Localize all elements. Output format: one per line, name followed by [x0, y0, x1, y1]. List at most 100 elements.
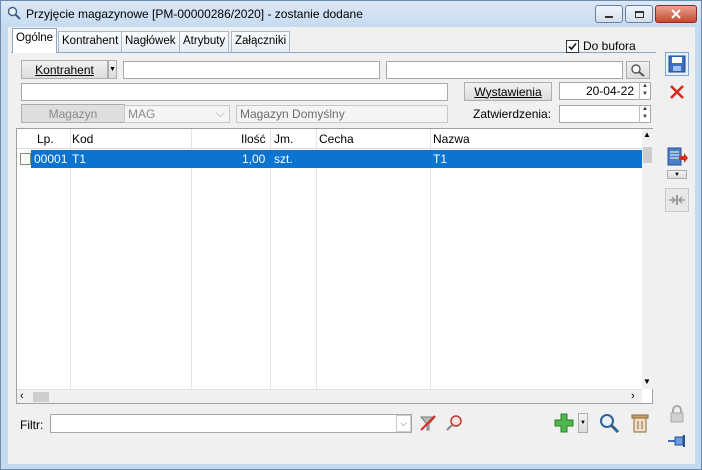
- client-area: Ogólne Kontrahent Nagłówek Atrybuty Załą…: [8, 27, 695, 464]
- address-input[interactable]: [21, 83, 448, 101]
- wystawienia-date-input[interactable]: 20-04-22: [559, 82, 651, 100]
- tab-atrybuty[interactable]: Atrybuty: [179, 31, 230, 52]
- lock-icon: [670, 405, 684, 423]
- table-row[interactable]: 00001 T1 1,00 szt. T1: [31, 150, 642, 168]
- add-item-button[interactable]: [552, 411, 576, 435]
- column-divider: [316, 129, 317, 389]
- lock-button[interactable]: [665, 402, 689, 426]
- document-arrow-icon: [667, 147, 688, 166]
- do-bufora-checkbox[interactable]: Do bufora: [566, 39, 636, 53]
- maximize-button[interactable]: [625, 5, 653, 23]
- link-document-button[interactable]: [665, 188, 689, 212]
- kontrahent-dropdown-button[interactable]: ▼: [108, 60, 117, 79]
- scroll-up-icon: ▲: [643, 130, 651, 139]
- magazyn-select[interactable]: MAG ⌵: [124, 105, 230, 123]
- column-header-ilosc[interactable]: Ilość: [241, 132, 266, 146]
- cancel-button[interactable]: [665, 80, 689, 104]
- chevron-down-icon: ▼: [109, 66, 116, 73]
- check-icon: [568, 42, 577, 50]
- pin-button[interactable]: [665, 429, 689, 453]
- magazyn-name-input: Magazyn Domyślny: [236, 105, 448, 123]
- scroll-thumb[interactable]: [33, 392, 49, 402]
- cell-ilosc: 1,00: [242, 152, 266, 166]
- horizontal-scrollbar[interactable]: ‹ ›: [17, 389, 642, 403]
- tab-naglowek[interactable]: Nagłówek: [121, 31, 180, 52]
- link-arrows-icon: [669, 195, 685, 205]
- tab-zalaczniki[interactable]: Załączniki: [231, 31, 291, 52]
- filter-builder-icon: [446, 415, 462, 431]
- spin-up-icon: ▲: [642, 106, 648, 112]
- kontrahent-code-input[interactable]: [123, 61, 380, 79]
- plus-icon: [554, 413, 574, 433]
- cell-jm: szt.: [274, 152, 293, 166]
- generate-document-dropdown[interactable]: ▼: [667, 170, 687, 179]
- tab-kontrahent[interactable]: Kontrahent: [58, 31, 123, 52]
- close-icon: [670, 85, 684, 99]
- close-button[interactable]: [655, 5, 697, 23]
- filter-label: Filtr:: [20, 418, 44, 432]
- scroll-down-icon: ▼: [643, 377, 651, 386]
- maximize-icon: [634, 10, 644, 18]
- preview-item-button[interactable]: [597, 411, 621, 435]
- magnifier-icon: [631, 64, 645, 77]
- column-header-lp[interactable]: Lp.: [37, 132, 54, 146]
- cell-kod: T1: [72, 152, 87, 166]
- do-bufora-label: Do bufora: [583, 39, 636, 53]
- filter-builder-button[interactable]: [442, 411, 466, 435]
- minimize-icon: [605, 16, 613, 18]
- save-icon: [668, 55, 686, 73]
- row-checkbox[interactable]: [20, 153, 31, 165]
- title-bar[interactable]: Przyjęcie magazynowe [PM-00000286/2020] …: [1, 1, 701, 27]
- save-button[interactable]: [665, 52, 689, 76]
- wystawienia-button[interactable]: Wystawienia: [464, 82, 552, 101]
- scroll-left-icon: ‹: [20, 390, 24, 402]
- zatwierdzenia-date-input[interactable]: [559, 105, 651, 123]
- column-header-jm[interactable]: Jm.: [274, 132, 293, 146]
- add-item-dropdown-button[interactable]: ▼: [578, 413, 588, 433]
- scroll-right-icon: ›: [631, 390, 635, 402]
- grid-header: Lp. Kod Ilość Jm. Cecha Nazwa: [17, 129, 642, 149]
- magnifier-icon: [600, 414, 620, 434]
- minimize-button[interactable]: [595, 5, 623, 23]
- column-divider: [191, 129, 192, 389]
- trash-icon: [631, 414, 649, 433]
- chevron-down-icon: ▼: [674, 171, 680, 178]
- magazyn-button[interactable]: Magazyn: [21, 104, 125, 123]
- cell-lp: 00001: [34, 152, 68, 166]
- zatwierdzenia-date-spinner[interactable]: ▲ ▼: [639, 105, 650, 123]
- magnifier-icon: [7, 6, 21, 20]
- checkbox-box: [566, 39, 579, 53]
- delete-item-button[interactable]: [628, 411, 652, 435]
- clear-filter-icon: [419, 415, 437, 431]
- column-header-kod[interactable]: Kod: [72, 132, 93, 146]
- column-divider: [70, 129, 71, 389]
- generate-document-button[interactable]: [665, 145, 689, 169]
- tab-ogolne[interactable]: Ogólne: [12, 28, 58, 53]
- spin-down-icon: ▼: [642, 114, 648, 120]
- chevron-down-icon: ⌵: [400, 418, 407, 428]
- window-title: Przyjęcie magazynowe [PM-00000286/2020] …: [26, 7, 363, 21]
- pin-icon: [668, 435, 685, 447]
- spin-up-icon: ▲: [642, 83, 648, 89]
- kontrahent-name-input[interactable]: [386, 61, 623, 79]
- scroll-thumb[interactable]: [643, 147, 652, 163]
- chevron-down-icon: ▼: [580, 420, 586, 426]
- vertical-scrollbar[interactable]: ▲ ▼: [642, 129, 653, 389]
- filter-dropdown-button[interactable]: ⌵: [396, 415, 411, 432]
- cell-nazwa: T1: [433, 152, 448, 166]
- clear-filter-button[interactable]: [416, 411, 440, 435]
- column-divider: [270, 129, 271, 389]
- column-header-nazwa[interactable]: Nazwa: [433, 132, 470, 146]
- items-grid[interactable]: Lp. Kod Ilość Jm. Cecha Nazwa 00001 T1 1…: [16, 128, 653, 404]
- app-window: Przyjęcie magazynowe [PM-00000286/2020] …: [0, 0, 702, 470]
- kontrahent-button[interactable]: Kontrahent: [21, 60, 108, 79]
- wystawienia-date-spinner[interactable]: ▲ ▼: [639, 82, 650, 100]
- close-icon: [671, 9, 681, 19]
- column-divider: [430, 129, 431, 389]
- column-header-cecha[interactable]: Cecha: [319, 132, 354, 146]
- spin-down-icon: ▼: [642, 91, 648, 97]
- filter-input[interactable]: [50, 414, 412, 433]
- chevron-down-icon: ⌵: [215, 106, 225, 120]
- zatwierdzenia-label: Zatwierdzenia:: [473, 107, 552, 121]
- search-kontrahent-button[interactable]: [626, 61, 650, 79]
